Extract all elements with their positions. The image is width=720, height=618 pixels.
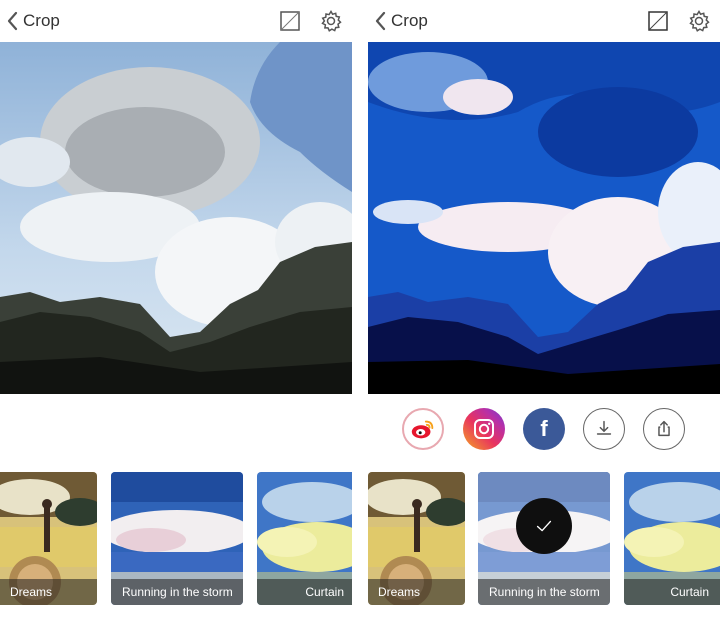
download-button[interactable] [583, 408, 625, 450]
back-label: Crop [391, 11, 428, 30]
share-facebook-button[interactable]: f [523, 408, 565, 450]
settings-button[interactable] [687, 9, 711, 33]
filtered-photo [368, 42, 720, 394]
aspect-ratio-button[interactable] [280, 11, 300, 31]
download-icon [596, 420, 612, 435]
settings-button[interactable] [319, 9, 343, 33]
original-photo [0, 42, 352, 394]
share-icon [658, 420, 670, 437]
left-screen: Crop Dreams Running in the storm Curtain [0, 0, 352, 618]
share-button[interactable] [643, 408, 685, 450]
weibo-icon [411, 420, 434, 439]
filter-strip: Dreams Running in the storm Curtain [0, 472, 352, 605]
screen-divider [352, 0, 368, 618]
filter-curtain[interactable]: Curtain [257, 472, 352, 605]
back-label: Crop [23, 11, 60, 30]
aspect-ratio-button[interactable] [648, 11, 668, 31]
topbar: Crop [0, 0, 352, 42]
facebook-icon: f [540, 416, 548, 441]
share-row: f [368, 408, 720, 452]
back-button[interactable]: Crop [374, 9, 428, 33]
aspect-ratio-icon [648, 11, 668, 31]
chevron-left-icon [7, 11, 18, 31]
filter-dreams[interactable]: Dreams [368, 472, 465, 605]
filter-running-in-the-storm[interactable]: Running in the storm [111, 472, 243, 605]
selected-indicator [516, 498, 572, 554]
filter-running-in-the-storm[interactable]: Running in the storm [478, 472, 610, 605]
filter-curtain[interactable]: Curtain [624, 472, 720, 605]
filter-strip: Dreams Running in the storm Curtain [368, 472, 720, 605]
filter-label: Running in the storm [111, 579, 243, 605]
topbar: Crop [368, 0, 720, 42]
right-screen: Crop f Dreams Running in the storm Curta… [368, 0, 720, 618]
filter-label: Running in the storm [478, 579, 610, 605]
instagram-icon [474, 419, 494, 439]
filter-label: Dreams [368, 579, 465, 605]
back-button[interactable]: Crop [6, 9, 60, 33]
filter-label: Curtain [257, 579, 352, 605]
filter-label: Dreams [0, 579, 97, 605]
gear-icon [321, 10, 342, 32]
share-weibo-button[interactable] [402, 408, 444, 450]
gear-icon [689, 10, 710, 32]
filter-dreams[interactable]: Dreams [0, 472, 97, 605]
aspect-ratio-icon [280, 11, 300, 31]
checkmark-icon [536, 520, 552, 532]
filter-label: Curtain [624, 579, 720, 605]
chevron-left-icon [375, 11, 386, 31]
share-instagram-button[interactable] [463, 408, 505, 450]
